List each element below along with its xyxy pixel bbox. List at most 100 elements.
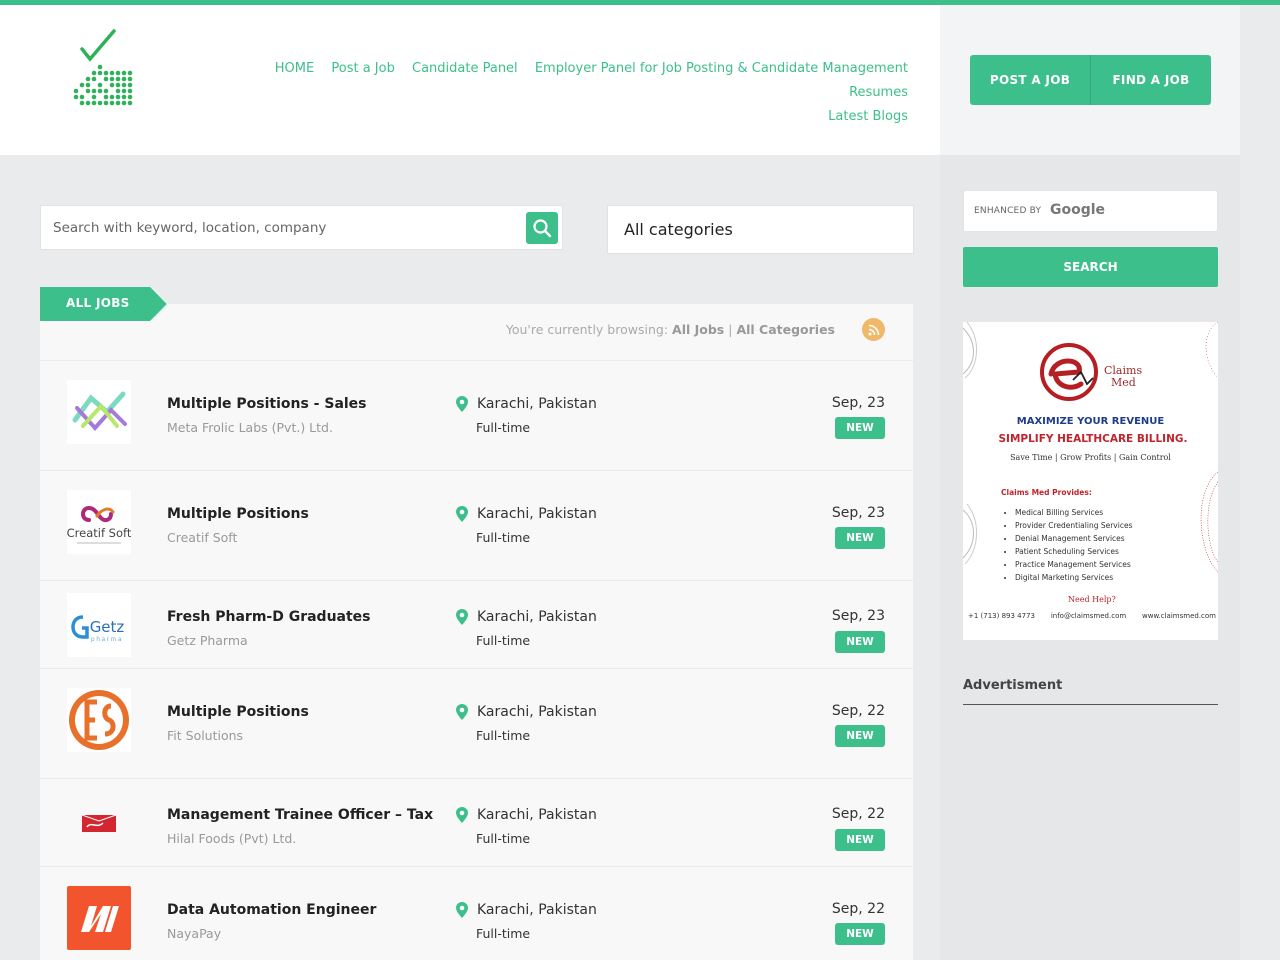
job-type: Full-time: [476, 633, 531, 648]
job-row[interactable]: Multiple Positions Fit Solutions Karachi…: [40, 669, 913, 779]
company-logo-creatif-soft[interactable]: Creatif Soft: [67, 490, 131, 554]
browsing-categories[interactable]: All Categories: [736, 322, 835, 337]
job-location: Karachi, Pakistan: [456, 609, 597, 625]
nav-candidate-panel[interactable]: Candidate Panel: [412, 61, 518, 76]
company-logo-getz-pharma[interactable]: Getz pharma: [67, 593, 131, 657]
ad-website: www.claimsmed.com: [1142, 612, 1216, 620]
company-logo-nayapay[interactable]: [67, 886, 131, 950]
browsing-prefix: You're currently browsing:: [505, 322, 669, 337]
job-type: Full-time: [476, 530, 531, 545]
google-logo: Google: [1050, 202, 1106, 218]
category-select[interactable]: All categories: [607, 205, 914, 254]
job-row[interactable]: Multiple Positions - Sales Meta Frolic L…: [40, 361, 913, 471]
getz-logo-subtext: pharma: [91, 636, 123, 643]
job-date: Sep, 23: [831, 505, 885, 521]
job-location: Karachi, Pakistan: [456, 506, 597, 522]
ad-service-item: Patient Scheduling Services: [1015, 545, 1132, 558]
job-row[interactable]: Data Automation Engineer NayaPay Karachi…: [40, 867, 913, 960]
ad-need-help: Need Help?: [1068, 595, 1116, 604]
ad-service-item: Provider Credentialing Services: [1015, 519, 1132, 532]
job-company: NayaPay: [167, 926, 222, 941]
ad-email: info@claimsmed.com: [1050, 612, 1127, 620]
new-badge: NEW: [835, 725, 885, 747]
header-button-group: POST A JOB FIND A JOB: [970, 55, 1211, 105]
new-badge: NEW: [835, 417, 885, 439]
job-location: Karachi, Pakistan: [456, 704, 597, 720]
job-type: Full-time: [476, 926, 531, 941]
browsing-info: You're currently browsing: All Jobs | Al…: [506, 322, 835, 337]
job-search-input[interactable]: [41, 206, 521, 249]
all-jobs-tab[interactable]: ALL JOBS: [40, 287, 168, 321]
nav-home[interactable]: HOME: [275, 61, 314, 76]
nav-latest-blogs[interactable]: Latest Blogs: [828, 109, 908, 124]
ad-subheadline: SIMPLIFY HEALTHCARE BILLING.: [998, 433, 1188, 445]
job-company: Meta Frolic Labs (Pvt.) Ltd.: [167, 420, 333, 435]
job-company: Getz Pharma: [167, 633, 248, 648]
job-date: Sep, 22: [831, 806, 885, 822]
ad-decorations: [963, 322, 1218, 573]
job-location: Karachi, Pakistan: [456, 902, 597, 918]
job-company: Creatif Soft: [167, 530, 238, 545]
job-title[interactable]: Data Automation Engineer: [167, 902, 376, 918]
job-date: Sep, 23: [831, 395, 885, 411]
company-logo-meta-frolic[interactable]: [67, 380, 131, 444]
job-title[interactable]: Multiple Positions: [167, 704, 309, 720]
ad-phone: +1 (713) 893 4773: [968, 612, 1035, 620]
new-badge: NEW: [835, 923, 885, 945]
location-pin-icon: [456, 704, 468, 720]
ad-services-list: Medical Billing Services Provider Creden…: [1015, 506, 1132, 584]
job-title[interactable]: Management Trainee Officer – Tax: [167, 807, 433, 823]
browsing-separator: |: [728, 322, 733, 337]
job-type: Full-time: [476, 420, 531, 435]
ad-service-item: Denial Management Services: [1015, 532, 1132, 545]
job-date: Sep, 23: [831, 608, 885, 624]
job-title[interactable]: Multiple Positions: [167, 506, 309, 522]
rss-button[interactable]: [862, 318, 885, 341]
company-logo-hilal-foods[interactable]: [67, 791, 131, 855]
job-location: Karachi, Pakistan: [456, 396, 597, 412]
advertisment-label: Advertisment: [963, 678, 1063, 693]
advertisement-banner[interactable]: Claims Med MAXIMIZE YOUR REVENUE SIMPLIF…: [963, 322, 1218, 640]
nav-employer-panel[interactable]: Employer Panel for Job Posting & Candida…: [535, 61, 908, 76]
new-badge: NEW: [835, 829, 885, 851]
job-row[interactable]: Creatif Soft Multiple Positions Creatif …: [40, 471, 913, 581]
ad-brand-med: Med: [1111, 376, 1136, 389]
company-logo-fit-solutions[interactable]: [67, 688, 131, 752]
browsing-jobs[interactable]: All Jobs: [672, 322, 724, 337]
ad-headline: MAXIMIZE YOUR REVENUE: [1016, 416, 1165, 427]
all-jobs-tab-label: ALL JOBS: [66, 296, 130, 310]
enhanced-by-label: ENHANCED BY: [974, 206, 1042, 216]
ad-service-item: Digital Marketing Services: [1015, 571, 1132, 584]
job-title[interactable]: Multiple Positions - Sales: [167, 396, 367, 412]
job-row[interactable]: Getz pharma Fresh Pharm-D Graduates Getz…: [40, 581, 913, 669]
rss-icon: [868, 324, 879, 335]
nav-resumes[interactable]: Resumes: [849, 85, 908, 100]
ad-contact-row: +1 (713) 893 4773 info@claimsmed.com www…: [968, 612, 1216, 620]
location-pin-icon: [456, 807, 468, 823]
google-search-button[interactable]: SEARCH: [963, 247, 1218, 287]
header-actions: POST A JOB FIND A JOB: [940, 5, 1240, 155]
advertisment-divider: [963, 704, 1218, 705]
search-button[interactable]: [526, 212, 558, 244]
nav-post-a-job[interactable]: Post a Job: [331, 61, 394, 76]
job-search-box: [40, 205, 563, 250]
job-type: Full-time: [476, 728, 531, 743]
job-title[interactable]: Fresh Pharm-D Graduates: [167, 609, 371, 625]
ad-service-item: Medical Billing Services: [1015, 506, 1132, 519]
job-location: Karachi, Pakistan: [456, 807, 597, 823]
location-pin-icon: [456, 609, 468, 625]
google-search-input[interactable]: [1104, 191, 1214, 231]
getz-logo-text: Getz: [90, 618, 125, 636]
location-pin-icon: [456, 902, 468, 918]
site-header: HOME Post a Job Candidate Panel Employer…: [0, 5, 940, 155]
job-date: Sep, 22: [831, 901, 885, 917]
find-a-job-button[interactable]: FIND A JOB: [1090, 55, 1211, 105]
creatif-logo-text: Creatif Soft: [67, 526, 131, 540]
post-a-job-button[interactable]: POST A JOB: [970, 55, 1090, 105]
new-badge: NEW: [835, 527, 885, 549]
new-badge: NEW: [835, 631, 885, 653]
site-logo[interactable]: [70, 27, 134, 113]
job-date: Sep, 22: [831, 703, 885, 719]
main-nav: HOME Post a Job Candidate Panel Employer…: [188, 57, 908, 129]
job-row[interactable]: Management Trainee Officer – Tax Hilal F…: [40, 779, 913, 867]
